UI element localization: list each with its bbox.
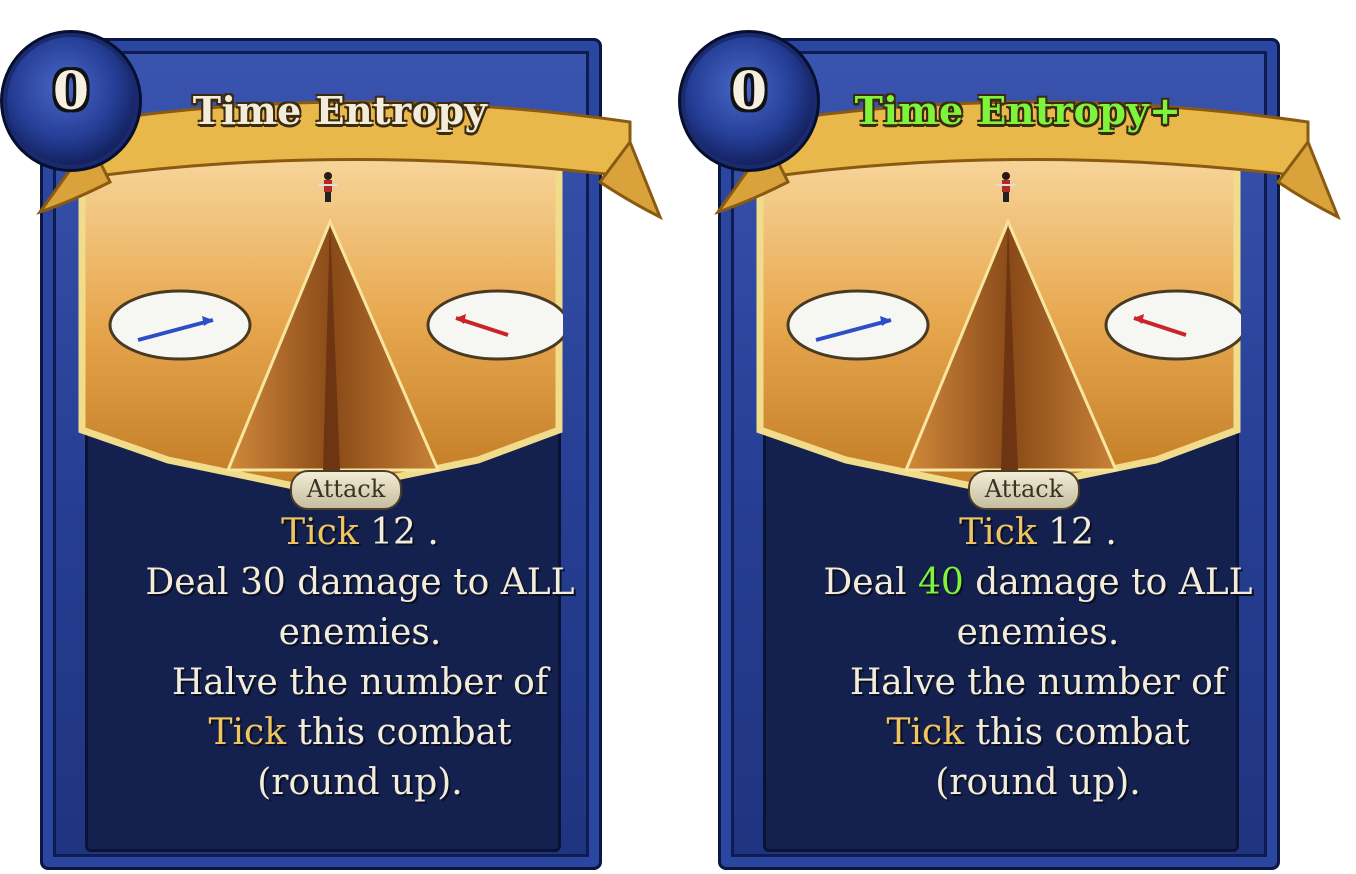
desc-line-1: Tick 12 .: [281, 512, 439, 553]
keyword-tick: Tick: [208, 712, 287, 753]
card-type-badge: Attack: [968, 470, 1080, 510]
energy-cost-value: 0: [730, 61, 768, 122]
desc-line-6: (round up).: [935, 762, 1141, 803]
desc-line-3: enemies.: [956, 612, 1120, 653]
card-time-entropy[interactable]: Time Entropy 0 Attack Tick 12 . Deal 30 …: [0, 30, 663, 870]
red-clock-dial-icon: [426, 289, 563, 361]
damage-value: 30: [240, 562, 286, 603]
keyword-tick: Tick: [281, 512, 359, 553]
desc-line-6: (round up).: [257, 762, 463, 803]
card-description: Tick 12 . Deal 30 damage to ALL enemies.…: [90, 508, 630, 808]
keyword-tick: Tick: [959, 512, 1037, 553]
desc-line-4: Halve the number of: [849, 662, 1227, 703]
desc-line-4: Halve the number of: [171, 662, 549, 703]
card-title: Time Entropy: [192, 88, 488, 133]
card-type-badge: Attack: [290, 470, 402, 510]
card-description: Tick 12 . Deal 40 damage to ALL enemies.…: [768, 508, 1308, 808]
damage-value-upgraded: 40: [918, 562, 964, 603]
desc-line-5: Tick this combat: [886, 712, 1190, 753]
desc-line-2: Deal 40 damage to ALL: [823, 562, 1253, 603]
desc-line-3: enemies.: [278, 612, 442, 653]
blue-clock-dial-icon: [108, 289, 252, 361]
desc-line-1: Tick 12 .: [959, 512, 1117, 553]
blue-clock-dial-icon: [786, 289, 930, 361]
keyword-tick: Tick: [886, 712, 965, 753]
red-clock-dial-icon: [1104, 289, 1241, 361]
energy-cost-orb: 0: [678, 30, 820, 172]
energy-cost-orb: 0: [0, 30, 142, 172]
card-time-entropy-upgraded[interactable]: Time Entropy+ 0 Attack Tick 12 . Deal 40…: [678, 30, 1341, 870]
desc-line-2: Deal 30 damage to ALL: [145, 562, 575, 603]
card-title: Time Entropy+: [854, 88, 1182, 133]
desc-line-5: Tick this combat: [208, 712, 512, 753]
energy-cost-value: 0: [52, 61, 90, 122]
